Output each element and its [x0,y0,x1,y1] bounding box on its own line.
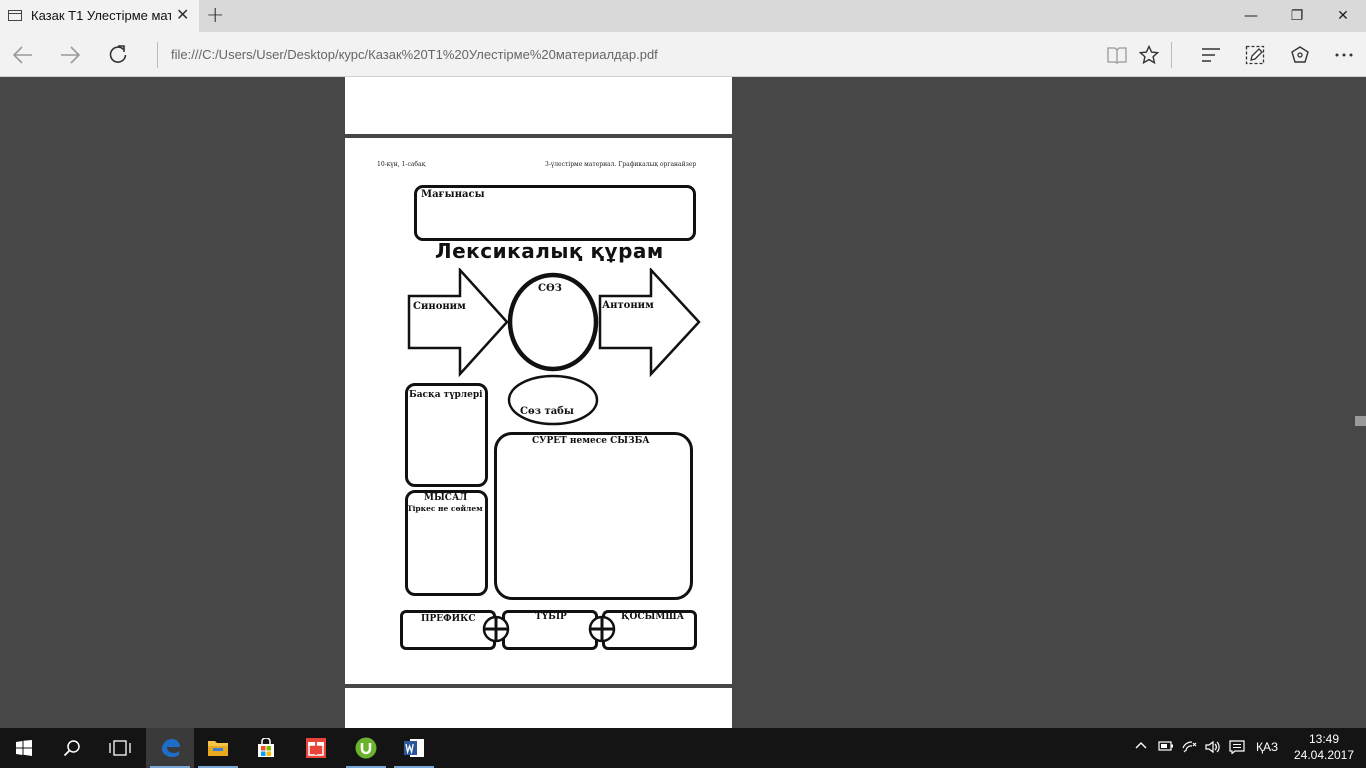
antonym-arrow [598,268,701,378]
language-indicator[interactable]: ҚАЗ [1256,740,1278,754]
pdf-page: 10-күн, 1-сабақ 3-үлестірме материал. Гр… [345,138,732,684]
battery-icon[interactable] [1158,740,1174,756]
tab-title: Казак Т1 Улестірме мат [31,8,171,23]
clock-date: 24.04.2017 [1293,748,1355,762]
other-forms-label: Басқа түрлері [409,390,483,400]
web-note-icon[interactable] [1240,40,1270,70]
file-explorer-icon[interactable] [194,728,242,768]
reading-view-icon[interactable] [1102,40,1132,70]
prefix-label: ПРЕФИКС [421,614,476,624]
previous-page [345,77,732,134]
pdf-tab-icon [8,10,22,21]
plus-icon [588,615,616,643]
scrollbar-thumb[interactable] [1355,416,1366,426]
plus-icon [482,615,510,643]
minimize-button[interactable]: — [1228,0,1274,32]
gift-app-icon[interactable] [292,728,340,768]
forward-icon[interactable] [55,40,85,70]
antonym-label: Антоним [602,300,654,311]
wifi-icon[interactable] [1182,740,1198,758]
word-class-label: Сөз табы [520,406,574,417]
taskbar: ҚАЗ 13:49 24.04.2017 [0,728,1366,768]
next-page [345,688,732,728]
address-input[interactable]: file:///C:/Users/User/Desktop/курс/Казак… [171,47,658,62]
word-icon[interactable] [390,728,438,768]
edge-icon[interactable] [146,728,194,768]
utorrent-icon[interactable] [342,728,390,768]
share-icon[interactable] [1285,40,1315,70]
volume-icon[interactable] [1205,740,1221,758]
word-label: СӨЗ [538,283,562,294]
tab-close-icon[interactable]: ✕ [176,7,189,23]
page-header-left: 10-күн, 1-сабақ [377,161,426,168]
chevron-up-icon[interactable] [1135,740,1147,756]
suffix-label: ҚОСЫМША [621,612,685,622]
organizer-title: Лексикалық құрам [435,239,664,263]
hub-icon[interactable] [1196,40,1226,70]
example-sub-label: Тіркес не сөйлем [407,504,483,513]
address-toolbar: file:///C:/Users/User/Desktop/курс/Казак… [0,32,1366,77]
close-window-button[interactable]: ✕ [1320,0,1366,32]
example-label: МЫСАЛ [424,493,468,503]
windows-start-icon[interactable] [0,728,48,768]
new-tab-button[interactable]: + [206,4,224,28]
url-divider [157,42,158,68]
page-header-right: 3-үлестірме материал. Графикалық органай… [545,161,697,168]
action-center-icon[interactable] [1229,740,1245,758]
root-label: ТҮБІР [535,612,567,622]
task-view-icon[interactable] [96,728,144,768]
maximize-button[interactable]: ❐ [1274,0,1320,32]
browser-tab[interactable]: Казак Т1 Улестірме мат ✕ [0,0,199,32]
toolbar-divider [1171,42,1172,68]
tab-strip: Казак Т1 Улестірме мат ✕ + — ❐ ✕ [0,0,1366,32]
picture-label: СУРЕТ немесе СЫЗБА [532,436,650,446]
favorite-star-icon[interactable] [1134,40,1164,70]
clock-time: 13:49 [1308,732,1340,746]
synonym-arrow [407,268,509,378]
store-icon[interactable] [242,728,290,768]
pdf-viewer[interactable]: 10-күн, 1-сабақ 3-үлестірме материал. Гр… [0,77,1366,728]
meaning-label: Мағынасы [421,189,485,200]
synonym-label: Синоним [413,301,466,312]
search-icon[interactable] [48,728,96,768]
back-icon[interactable] [8,40,38,70]
refresh-icon[interactable] [103,40,133,70]
clock[interactable]: 13:49 24.04.2017 [1292,731,1356,763]
picture-box [494,432,693,600]
more-icon[interactable] [1329,40,1359,70]
